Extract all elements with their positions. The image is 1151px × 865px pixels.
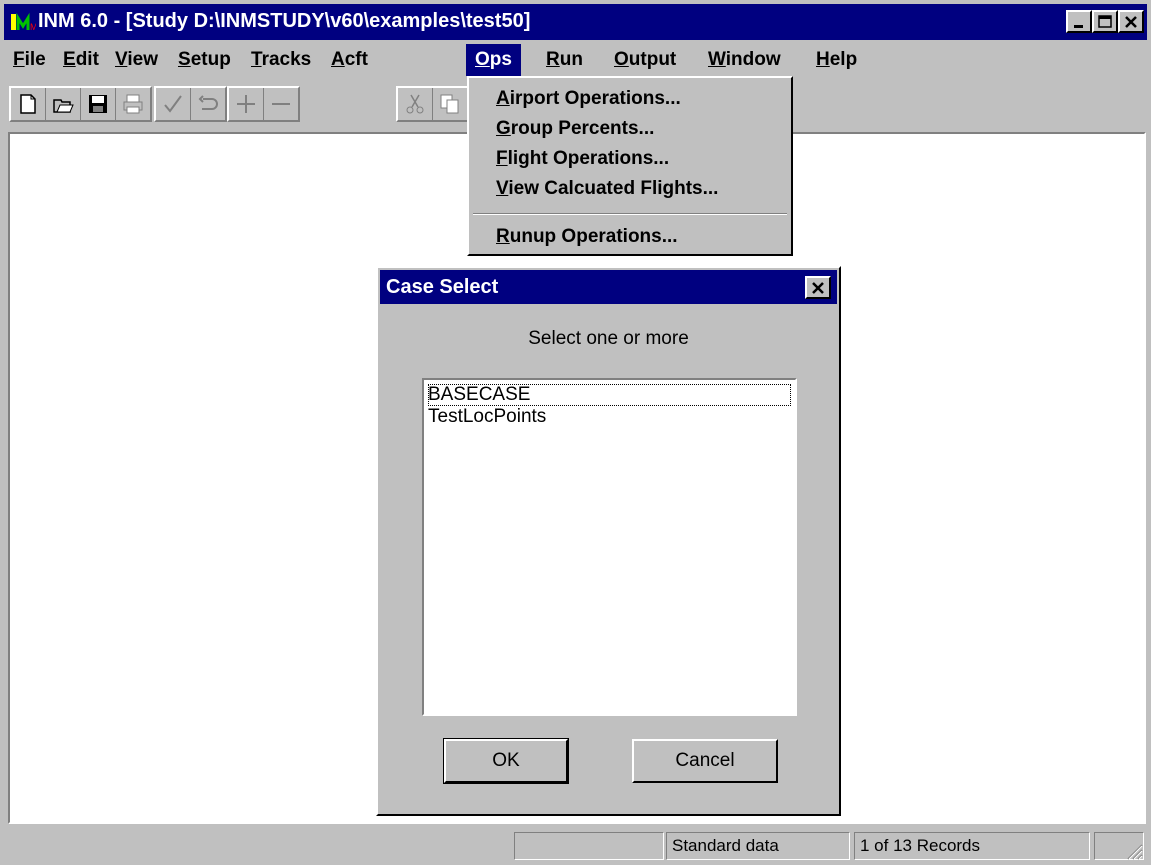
- toolbar-record-group: [227, 86, 300, 122]
- ops-dropdown-menu: Airport Operations... Group Percents... …: [467, 76, 793, 256]
- undo-icon: [198, 95, 218, 110]
- inm-logo-icon: M: [11, 12, 36, 32]
- print-button[interactable]: [116, 88, 150, 120]
- menu-output[interactable]: Output: [605, 44, 685, 76]
- maximize-icon: [1098, 15, 1112, 28]
- menu-separator: [473, 213, 787, 215]
- dialog-title: Case Select: [386, 276, 499, 298]
- save-icon: [89, 95, 107, 113]
- cut-icon: [406, 94, 424, 114]
- close-icon: [1125, 16, 1137, 28]
- status-records: 1 of 13 Records: [854, 832, 1090, 860]
- copy-icon: [440, 94, 459, 114]
- menu-item-flight-operations[interactable]: Flight Operations...: [496, 148, 669, 170]
- cancel-button[interactable]: Cancel: [632, 739, 778, 783]
- add-icon: [237, 95, 255, 113]
- menu-tracks[interactable]: Tracks: [242, 44, 320, 76]
- print-icon: [123, 94, 143, 114]
- menu-item-airport-operations[interactable]: Airport Operations...: [496, 88, 681, 110]
- menu-window[interactable]: Window: [699, 44, 790, 76]
- case-select-dialog: Case Select Select one or more BASECASE …: [376, 266, 841, 816]
- window-title: INM 6.0 - [Study D:\INMSTUDY\v60\example…: [38, 10, 531, 32]
- open-icon: [53, 99, 74, 113]
- menu-file[interactable]: File: [4, 44, 55, 76]
- minimize-button[interactable]: [1066, 10, 1092, 33]
- undo-button[interactable]: [191, 88, 225, 120]
- menu-view[interactable]: View: [106, 44, 167, 76]
- ok-button[interactable]: OK: [443, 738, 569, 784]
- menu-run[interactable]: Run: [537, 44, 592, 76]
- menu-item-view-calculated-flights[interactable]: View Calcuated Flights...: [496, 178, 718, 200]
- remove-icon: [272, 103, 290, 105]
- title-bar[interactable]: M INM 6.0 - [Study D:\INMSTUDY\v60\examp…: [4, 4, 1147, 40]
- minimize-icon: [1074, 25, 1083, 28]
- check-icon: [164, 95, 182, 113]
- save-button[interactable]: [81, 88, 116, 120]
- case-listbox[interactable]: BASECASE TestLocPoints: [422, 378, 797, 716]
- new-button[interactable]: [11, 88, 46, 120]
- dialog-close-button[interactable]: [805, 276, 831, 299]
- menu-setup[interactable]: Setup: [169, 44, 240, 76]
- open-button[interactable]: [46, 88, 81, 120]
- svg-text:M: M: [30, 22, 36, 32]
- menu-help[interactable]: Help: [807, 44, 866, 76]
- menu-ops[interactable]: Ops: [466, 44, 521, 76]
- list-item-testlocpoints[interactable]: TestLocPoints: [428, 406, 546, 428]
- copy-button[interactable]: [433, 88, 467, 120]
- maximize-button[interactable]: [1092, 10, 1118, 33]
- menu-item-group-percents[interactable]: Group Percents...: [496, 118, 654, 140]
- status-pane-empty: [514, 832, 664, 860]
- check-button[interactable]: [156, 88, 191, 120]
- toolbar-edit-group: [154, 86, 227, 122]
- toolbar-file-group: [9, 86, 152, 122]
- status-data-type: Standard data: [666, 832, 850, 860]
- delete-record-button[interactable]: [264, 88, 298, 120]
- add-record-button[interactable]: [229, 88, 264, 120]
- menu-edit[interactable]: Edit: [54, 44, 108, 76]
- status-bar: Standard data 1 of 13 Records: [4, 830, 1147, 862]
- close-icon: [812, 282, 824, 294]
- menu-item-runup-operations[interactable]: Runup Operations...: [496, 226, 678, 248]
- new-icon: [20, 94, 36, 114]
- cut-button[interactable]: [398, 88, 433, 120]
- dialog-title-bar[interactable]: Case Select: [380, 270, 837, 304]
- dialog-prompt: Select one or more: [528, 328, 689, 349]
- list-item-basecase[interactable]: BASECASE: [428, 384, 791, 406]
- close-button[interactable]: [1118, 10, 1144, 33]
- resize-grip-icon[interactable]: [1123, 840, 1143, 860]
- toolbar-clipboard-group: [396, 86, 469, 122]
- menu-bar: File Edit View Setup Tracks Acft Ops Run…: [4, 44, 1147, 76]
- menu-acft[interactable]: Acft: [322, 44, 377, 76]
